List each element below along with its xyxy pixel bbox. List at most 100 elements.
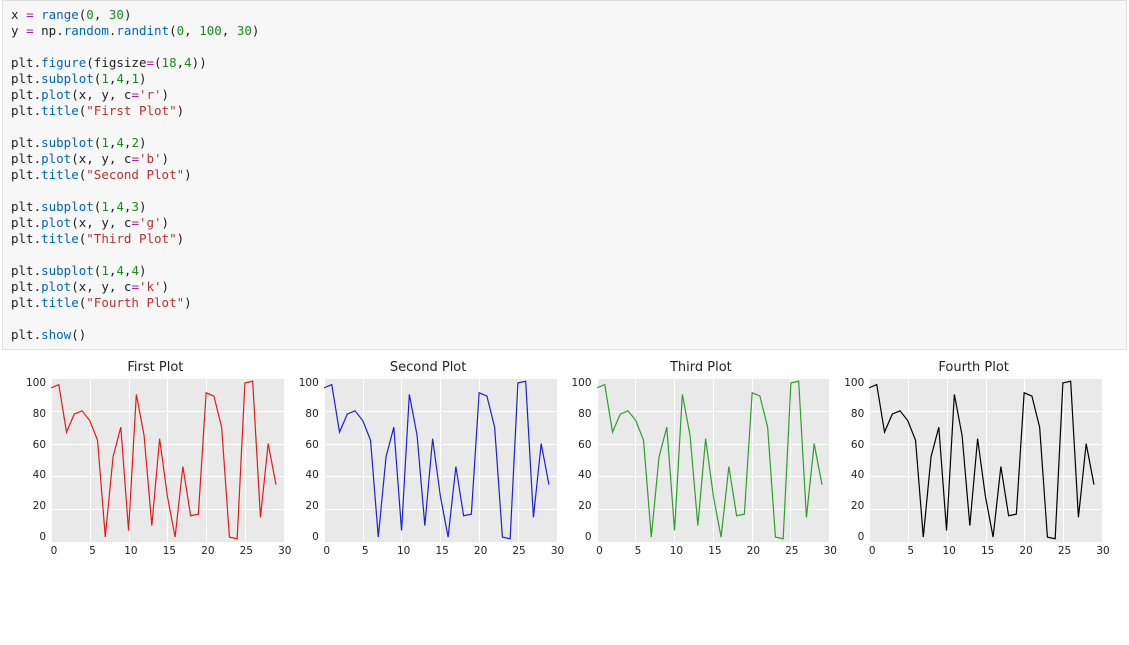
plot-title: Second Plot <box>299 360 558 375</box>
code-token: subplot <box>41 199 94 214</box>
y-tick-label: 40 <box>305 469 318 481</box>
code-token: plot <box>41 279 71 294</box>
y-tick-label: 100 <box>299 377 319 389</box>
code-token: title <box>41 231 79 246</box>
y-axis-ticks: 100806040200 <box>572 377 596 543</box>
gridline-horizontal <box>51 542 284 543</box>
x-tick-label: 5 <box>635 545 642 557</box>
code-token: plt <box>11 263 34 278</box>
code-token: . <box>34 327 42 342</box>
code-token: . <box>56 23 64 38</box>
line-series <box>51 378 284 542</box>
code-token: 1 <box>131 71 139 86</box>
code-token: 2 <box>131 135 139 150</box>
code-token: 4 <box>116 199 124 214</box>
line-path <box>51 381 276 538</box>
y-tick-label: 60 <box>305 439 318 451</box>
chart-area <box>596 377 831 543</box>
y-tick-label: 20 <box>851 500 864 512</box>
code-token: 0 <box>86 7 94 22</box>
code-token: ) <box>184 295 192 310</box>
code-token: 1 <box>101 199 109 214</box>
y-tick-label: 40 <box>578 469 591 481</box>
chart-area <box>868 377 1103 543</box>
x-tick-label: 15 <box>435 545 448 557</box>
gridline-vertical <box>284 378 285 542</box>
plot-body: 100806040200 <box>844 377 1103 543</box>
code-token: , <box>184 23 199 38</box>
plot-container: Fourth Plot100806040200051015202530 <box>844 360 1103 559</box>
y-tick-label: 100 <box>844 377 864 389</box>
y-tick-label: 40 <box>33 469 46 481</box>
code-token: x <box>11 7 26 22</box>
code-token: ) <box>162 87 170 102</box>
x-tick-label: 10 <box>670 545 683 557</box>
code-token: 4 <box>116 71 124 86</box>
code-token: plt <box>11 215 34 230</box>
code-token: (x, y, c <box>71 87 131 102</box>
y-tick-label: 60 <box>578 439 591 451</box>
plot-body: 100806040200 <box>26 377 285 543</box>
x-tick-label: 0 <box>596 545 603 557</box>
code-token: ( <box>154 55 162 70</box>
x-tick-label: 25 <box>785 545 798 557</box>
code-token: . <box>34 199 42 214</box>
chart-area <box>323 377 558 543</box>
gridline-vertical <box>557 378 558 542</box>
code-token: ) <box>139 135 147 150</box>
code-token: 30 <box>237 23 252 38</box>
code-token: plt <box>11 71 34 86</box>
code-token: (x, y, c <box>71 151 131 166</box>
code-token: random <box>64 23 109 38</box>
code-token: randint <box>116 23 169 38</box>
code-token: ) <box>162 215 170 230</box>
code-cell: x = range(0, 30) y = np.random.randint(0… <box>2 0 1127 350</box>
code-token: ) <box>162 279 170 294</box>
x-tick-label: 10 <box>397 545 410 557</box>
gridline-horizontal <box>324 542 557 543</box>
code-token: plt <box>11 151 34 166</box>
code-token: plt <box>11 87 34 102</box>
x-tick-label: 25 <box>240 545 253 557</box>
x-tick-label: 5 <box>362 545 369 557</box>
plot-title: Fourth Plot <box>844 360 1103 375</box>
code-token: () <box>71 327 86 342</box>
code-token: . <box>34 279 42 294</box>
x-tick-label: 30 <box>551 545 564 557</box>
plot-body: 100806040200 <box>572 377 831 543</box>
line-path <box>324 381 549 538</box>
plot-container: Second Plot100806040200051015202530 <box>299 360 558 559</box>
code-token: . <box>34 71 42 86</box>
code-token: 4 <box>131 263 139 278</box>
code-token: plt <box>11 295 34 310</box>
y-tick-label: 20 <box>33 500 46 512</box>
code-token: . <box>34 263 42 278</box>
x-tick-label: 20 <box>1019 545 1032 557</box>
code-token: ) <box>162 151 170 166</box>
y-tick-label: 80 <box>578 408 591 420</box>
code-token: ) <box>139 71 147 86</box>
y-tick-label: 0 <box>585 531 592 543</box>
code-token: 'k' <box>139 279 162 294</box>
x-axis-ticks: 051015202530 <box>26 545 285 559</box>
code-token: = <box>131 87 139 102</box>
code-token: plt <box>11 135 34 150</box>
y-tick-label: 80 <box>851 408 864 420</box>
code-token: range <box>41 7 79 22</box>
x-tick-label: 20 <box>201 545 214 557</box>
y-axis-ticks: 100806040200 <box>299 377 323 543</box>
x-tick-label: 5 <box>89 545 96 557</box>
plot-container: First Plot100806040200051015202530 <box>26 360 285 559</box>
y-tick-label: 0 <box>858 531 865 543</box>
y-tick-label: 60 <box>33 439 46 451</box>
line-path <box>869 381 1094 538</box>
code-token: ) <box>139 199 147 214</box>
code-token: 18 <box>162 55 177 70</box>
code-token: "Third Plot" <box>86 231 176 246</box>
code-token: np <box>41 23 56 38</box>
x-tick-label: 20 <box>474 545 487 557</box>
y-axis-ticks: 100806040200 <box>26 377 50 543</box>
gridline-horizontal <box>597 542 830 543</box>
code-token: plt <box>11 231 34 246</box>
x-tick-label: 30 <box>278 545 291 557</box>
